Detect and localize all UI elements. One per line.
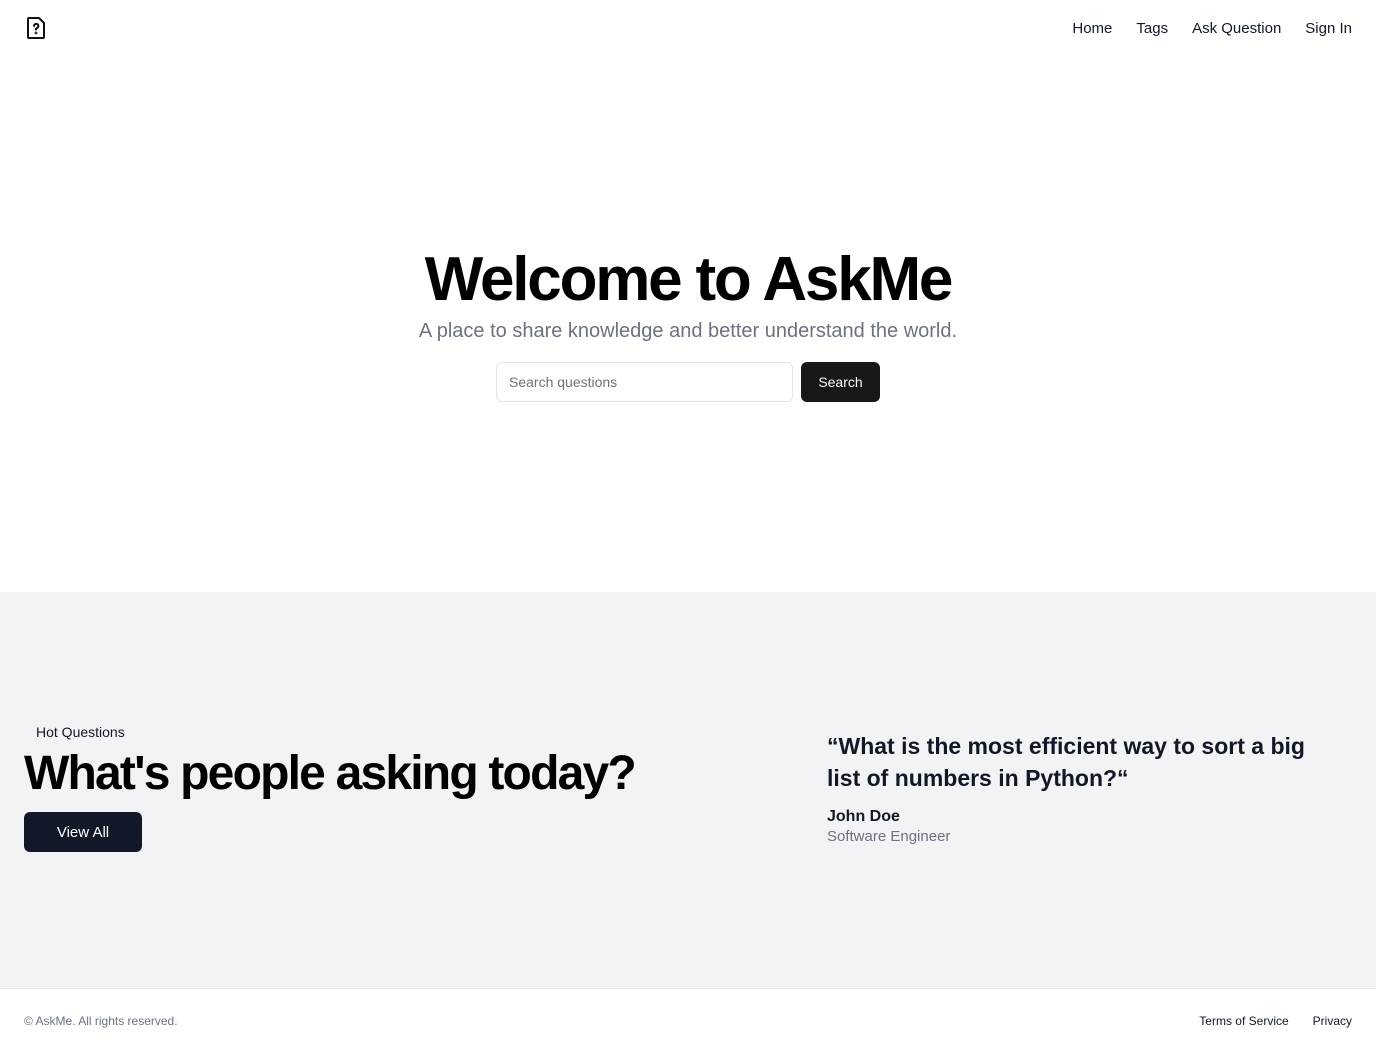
nav-tags-link[interactable]: Tags (1136, 20, 1168, 37)
question-author-name: John Doe (827, 808, 900, 825)
hero-subtitle: A place to share knowledge and better un… (418, 320, 958, 342)
site-footer: © AskMe. All rights reserved. Terms of S… (0, 988, 1376, 1053)
site-header: Home Tags Ask Question Sign In (0, 0, 1376, 56)
file-question-icon (27, 17, 45, 39)
featured-question: “What is the most efficient way to sort … (827, 730, 1327, 845)
copyright-text: © AskMe. All rights reserved. (24, 1014, 178, 1028)
hot-questions-title: What's people asking today? (24, 747, 637, 800)
logo-link[interactable] (24, 16, 48, 40)
footer-links: Terms of Service Privacy (1199, 1014, 1352, 1028)
search-input[interactable] (496, 362, 793, 402)
terms-of-service-link[interactable]: Terms of Service (1199, 1014, 1288, 1028)
nav-sign-in-link[interactable]: Sign In (1305, 20, 1352, 37)
hero-section: Welcome to AskMe A place to share knowle… (0, 56, 1376, 592)
view-all-button[interactable]: View All (24, 812, 142, 852)
nav-home-link[interactable]: Home (1072, 20, 1112, 37)
hero-title: Welcome to AskMe (424, 245, 954, 314)
main-nav: Home Tags Ask Question Sign In (1072, 20, 1352, 37)
nav-ask-question-link[interactable]: Ask Question (1192, 20, 1281, 37)
search-form: Search (496, 362, 880, 402)
search-button[interactable]: Search (801, 362, 880, 402)
featured-question-quote[interactable]: “What is the most efficient way to sort … (827, 730, 1327, 794)
hot-questions-badge: Hot Questions (36, 724, 125, 740)
hot-questions-section: Hot Questions What's people asking today… (0, 592, 1376, 988)
privacy-link[interactable]: Privacy (1313, 1014, 1352, 1028)
hot-questions-intro: Hot Questions What's people asking today… (24, 722, 637, 852)
question-author-role: Software Engineer (827, 828, 951, 845)
